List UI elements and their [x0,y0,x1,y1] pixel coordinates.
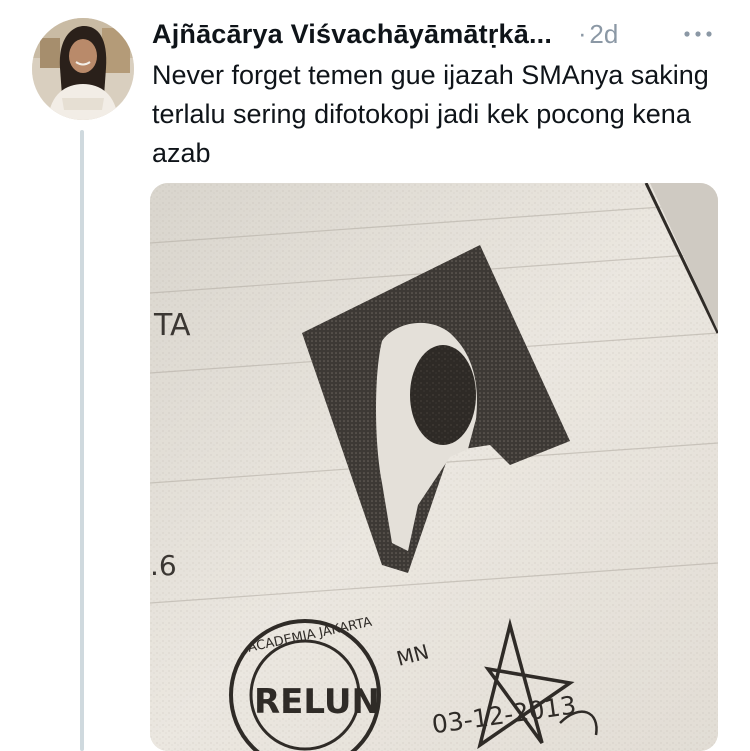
tweet-text: Never forget temen gue ijazah SMAnya sak… [152,60,709,168]
number-fragment: .6 [150,549,177,582]
timestamp[interactable]: 2d [589,19,618,50]
ellipsis-icon[interactable] [680,22,716,46]
certificate-photocopy-image: TA .6 ACADEMIA JAKARTA RELUN MN 03-12-20… [150,183,718,751]
author-avatar[interactable] [32,18,134,120]
separator-dot: · [578,19,587,48]
tweet-photo[interactable]: TA .6 ACADEMIA JAKARTA RELUN MN 03-12-20… [150,183,718,751]
side-letter-fragment: TA [153,308,191,343]
avatar-photo [32,18,134,120]
stamp-text: RELUN [254,682,380,722]
tweet-header: Ajñācārya Viśvachāyāmātṛkā... · 2d [152,14,722,54]
thread-line [80,130,84,751]
tweet-screen: Ajñācārya Viśvachāyāmātṛkā... · 2d Never… [0,0,750,751]
author-name[interactable]: Ajñācārya Viśvachāyāmātṛkā... [152,19,552,50]
